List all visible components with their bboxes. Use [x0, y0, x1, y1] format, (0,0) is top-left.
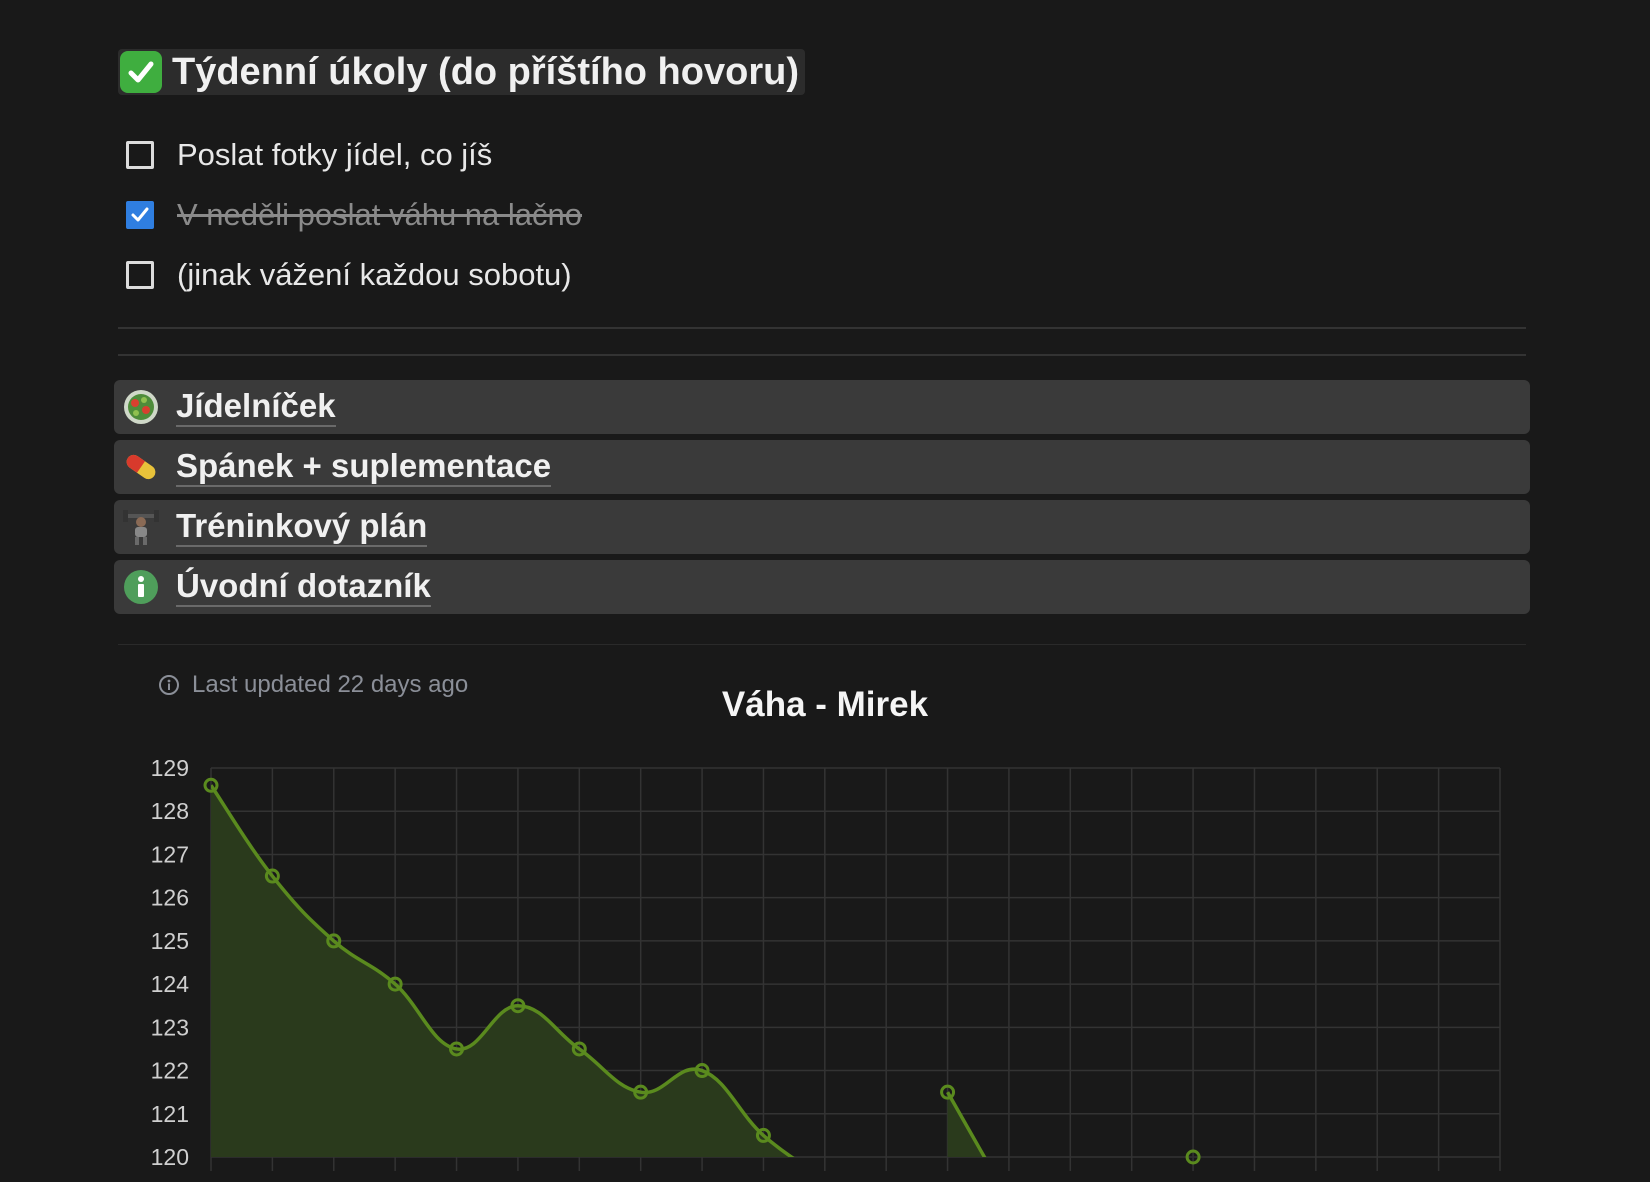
y-tick-label: 123 [151, 1014, 189, 1040]
y-tick-label: 126 [151, 885, 189, 911]
y-tick-label: 129 [151, 755, 189, 781]
weight-chart: 129 128 127 126 125 124 123 122 121 120 [151, 755, 1501, 1171]
page: Týdenní úkoly (do příštího hovoru) Posla… [0, 0, 1650, 1182]
y-tick-label: 124 [151, 971, 190, 997]
y-tick-label: 120 [151, 1144, 189, 1170]
y-tick-label: 127 [151, 841, 189, 867]
chart-title: Váha - Mirek [721, 685, 929, 724]
y-tick-label: 128 [151, 798, 189, 824]
y-tick-label: 121 [151, 1101, 189, 1127]
y-tick-label: 122 [151, 1058, 189, 1084]
y-tick-label: 125 [151, 928, 189, 954]
